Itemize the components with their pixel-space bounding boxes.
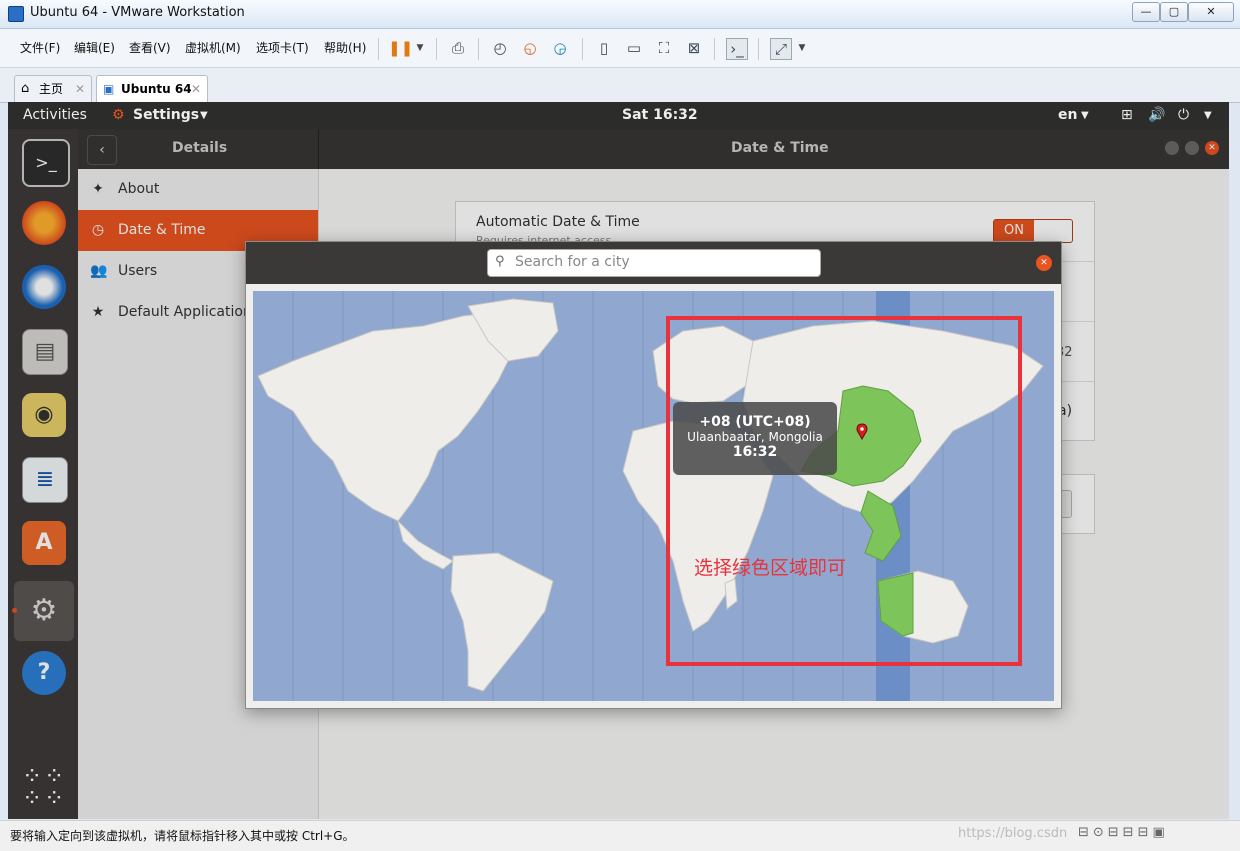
device-status-icons[interactable]: ⊟⊙⊟⊟⊟▣ [1078,825,1169,840]
app-menu[interactable]: Settings [133,107,199,123]
vmware-title-bar: Ubuntu 64 - VMware Workstation — ▢ ✕ [0,0,1240,29]
status-text: 要将输入定向到该虚拟机，请将鼠标指针移入其中或按 Ctrl+G。 [10,829,355,843]
search-placeholder: Search for a city [515,254,630,270]
running-indicator [12,608,17,613]
pause-icon[interactable]: ❚❚ [388,38,413,58]
stretch-icon[interactable]: ⤢ [770,38,792,60]
watermark-text: https://blog.csdn [958,826,1068,841]
library-icon[interactable]: ▯ [594,38,614,58]
firefox-icon[interactable] [22,201,66,245]
back-button[interactable]: ‹ [87,135,117,165]
vm-icon: ▣ [103,82,115,96]
sidebar-item-label: About [118,181,160,197]
vmware-app-icon [8,6,24,22]
dialog-close-icon[interactable]: ✕ [1036,255,1052,271]
city-search-input[interactable]: ⚲ Search for a city [487,249,821,277]
clock-icon: ◷ [91,222,105,238]
chevron-down-icon[interactable]: ▼ [792,38,812,58]
home-icon: ⌂ [21,81,30,96]
chevron-down-icon[interactable]: ▼ [410,38,430,58]
software-icon[interactable]: A [22,521,66,565]
south-america [450,552,554,692]
maximize-button[interactable]: ▢ [1160,2,1188,22]
files-icon[interactable]: ▤ [22,329,68,375]
settings-header-bar: ‹ Details Date & Time ✕ [78,129,1229,169]
vmware-status-bar: 要将输入定向到该虚拟机，请将鼠标指针移入其中或按 Ctrl+G。 https:/… [0,820,1240,851]
toggle-label: ON [994,220,1034,242]
menu-vm[interactable]: 虚拟机(M) [185,39,241,56]
maximize-icon[interactable] [1185,141,1199,155]
chevron-down-icon: ▼ [200,110,208,121]
star-icon: ✦ [92,181,104,197]
console-icon[interactable]: ›_ [726,38,748,60]
dialog-header: ⚲ Search for a city ✕ [246,242,1061,284]
tab-ubuntu[interactable]: ▣ Ubuntu 64 ✕ [96,75,208,102]
sidebar-title: Details [172,140,228,156]
snapshot-icon[interactable]: ◴ [490,38,510,58]
window-title: Ubuntu 64 - VMware Workstation [30,5,245,20]
settings-icon[interactable]: ⚙ [14,581,74,641]
ubuntu-top-bar: Activities ⚙ Settings ▼ Sat 16:32 en ▼ ⊞… [8,102,1229,129]
timezone-dialog: ⚲ Search for a city ✕ +08 (UTC+08) Ulaan… [245,241,1062,709]
settings-gear-icon: ⚙ [112,107,125,123]
menu-help[interactable]: 帮助(H) [324,39,366,56]
automatic-toggle[interactable]: ON [993,219,1073,243]
fullscreen-icon[interactable]: ⛶ [654,38,674,58]
send-keys-icon[interactable]: ⎙ [448,38,468,58]
star-icon: ★ [91,304,105,320]
close-window-button[interactable]: ✕ [1188,2,1234,22]
vmware-menubar: 文件(F) 编辑(E) 查看(V) 虚拟机(M) 选项卡(T) 帮助(H) ❚❚… [0,29,1240,68]
chevron-down-icon[interactable]: ▼ [1204,110,1212,121]
search-icon: ⚲ [495,254,505,269]
revert-snapshot-icon[interactable]: ◵ [520,38,540,58]
network-icon[interactable]: ⊞ [1121,107,1133,123]
tab-home[interactable]: ⌂ 主页 ✕ [14,75,92,102]
close-icon[interactable]: ✕ [75,76,85,102]
help-icon[interactable]: ? [22,651,66,695]
annotation-box [666,316,1022,666]
sidebar-item-about[interactable]: ✦ About [78,169,318,210]
volume-icon[interactable]: 🔊 [1148,107,1165,123]
page-title: Date & Time [731,140,829,156]
activities-button[interactable]: Activities [23,107,87,123]
menu-view[interactable]: 查看(V) [129,39,171,56]
central-america [397,519,454,570]
apps-grid-icon[interactable]: ⁘⁘ ⁘⁘ [22,764,66,810]
thumbnail-icon[interactable]: ▭ [624,38,644,58]
sidebar-item-label: Date & Time [118,222,206,238]
close-icon[interactable]: ✕ [1205,141,1219,155]
vmware-tab-bar: ⌂ 主页 ✕ ▣ Ubuntu 64 ✕ [0,68,1240,103]
minimize-icon[interactable] [1165,141,1179,155]
annotation-text: 选择绿色区域即可 [694,557,847,579]
rhythmbox-icon[interactable]: ◉ [22,393,66,437]
snapshot-manager-icon[interactable]: ◶ [550,38,570,58]
thunderbird-icon[interactable] [22,265,66,309]
power-icon[interactable]: ⏻ [1178,107,1189,123]
chevron-down-icon: ▼ [1081,110,1089,121]
close-icon[interactable]: ✕ [191,76,201,102]
sidebar-item-label: Users [118,263,158,279]
menu-tabs[interactable]: 选项卡(T) [256,39,309,56]
tab-home-label: 主页 [39,82,64,96]
writer-icon[interactable]: ≣ [22,457,68,503]
menu-file[interactable]: 文件(F) [20,39,60,56]
ubuntu-dock: >_ ▤ ◉ ≣ A ⚙ ? ⁘⁘ ⁘⁘ [8,129,78,819]
menu-edit[interactable]: 编辑(E) [74,39,115,56]
users-icon: 👥 [90,263,108,279]
timezone-map[interactable]: +08 (UTC+08) Ulaanbaatar, Mongolia 16:32… [253,291,1054,701]
unity-icon[interactable]: ⊠ [684,38,704,58]
clock[interactable]: Sat 16:32 [622,107,698,123]
language-indicator[interactable]: en [1058,107,1077,123]
minimize-button[interactable]: — [1132,2,1160,22]
sidebar-item-label: Default Application [118,304,252,320]
terminal-icon[interactable]: >_ [22,139,70,187]
automatic-label: Automatic Date & Time [476,214,640,230]
tab-ubuntu-label: Ubuntu 64 [121,82,192,96]
